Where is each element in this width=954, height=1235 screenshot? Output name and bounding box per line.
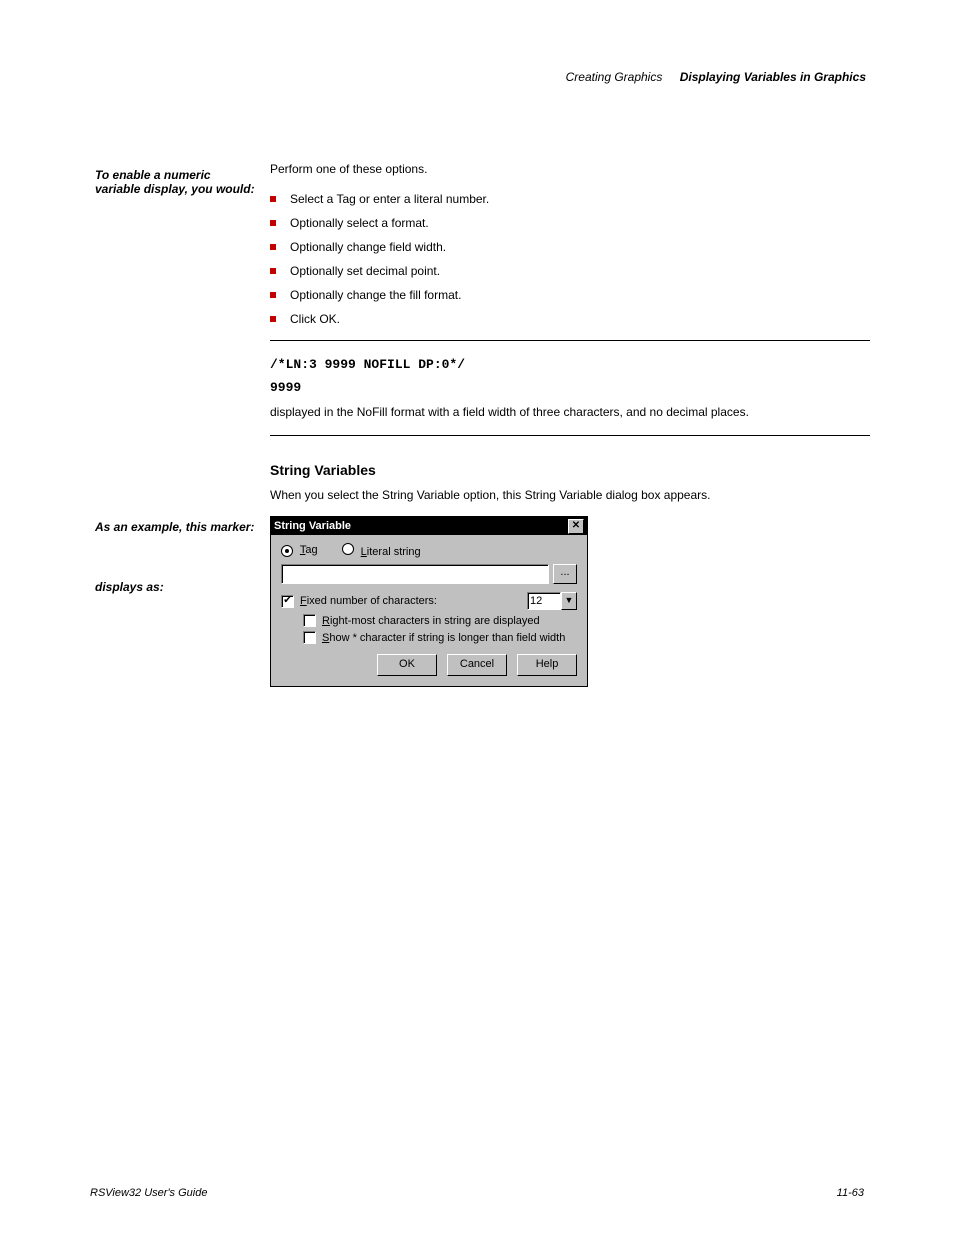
example-marker-code: /*LN:3 9999 NOFILL DP:0*/ — [270, 357, 870, 372]
close-button[interactable]: ✕ — [568, 519, 584, 534]
string-variables-heading: String Variables — [270, 462, 870, 478]
radio-literal-label: iteral string — [367, 546, 421, 558]
enable-intro: Perform one of these options. — [270, 160, 870, 178]
chapter-title: Creating Graphics — [566, 70, 663, 84]
rightmost-label: ight-most characters in string are displ… — [330, 615, 540, 627]
radio-literal[interactable]: Literal string — [342, 543, 421, 558]
bullet-icon — [270, 292, 276, 298]
fixed-chars-label: ixed number of characters: — [307, 595, 437, 607]
tag-input[interactable] — [281, 564, 549, 584]
cancel-button[interactable]: Cancel — [447, 654, 507, 676]
step-text: Optionally change the fill format. — [290, 288, 461, 302]
showstar-label: how * character if string is longer than… — [329, 632, 565, 644]
step-text: Click OK. — [290, 312, 340, 326]
fixed-chars-checkbox[interactable]: ✔ — [281, 595, 294, 608]
list-item: Optionally change the fill format. — [270, 288, 870, 302]
radio-tag[interactable]: Tag — [281, 544, 318, 557]
dropdown-icon[interactable]: ▼ — [561, 592, 577, 610]
step-text: Optionally set decimal point. — [290, 264, 440, 278]
rightmost-row: Right-most characters in string are disp… — [303, 614, 577, 627]
dialog-title: String Variable — [274, 520, 351, 532]
bullet-icon — [270, 220, 276, 226]
showstar-checkbox[interactable] — [303, 631, 316, 644]
bullet-icon — [270, 196, 276, 202]
browse-button[interactable]: ... — [553, 564, 577, 584]
list-item: Optionally set decimal point. — [270, 264, 870, 278]
side-label-enable: To enable a numeric variable display, yo… — [95, 168, 255, 196]
divider — [270, 435, 870, 436]
bullet-icon — [270, 268, 276, 274]
showstar-row: Show * character if string is longer tha… — [303, 631, 577, 644]
footer-page: 11-63 — [837, 1187, 864, 1199]
string-variable-dialog: String Variable ✕ Tag Literal string — [270, 516, 588, 687]
bullet-icon — [270, 244, 276, 250]
result-note: displayed in the NoFill format with a fi… — [270, 403, 870, 421]
side-label-example: As an example, this marker: — [95, 520, 255, 534]
fixed-chars-combo[interactable]: 12 ▼ — [527, 592, 577, 610]
list-item: Optionally select a format. — [270, 216, 870, 230]
close-icon: ✕ — [572, 520, 580, 531]
page-footer: RSView32 User's Guide 11-63 — [0, 1187, 954, 1199]
bullet-icon — [270, 316, 276, 322]
dialog-titlebar: String Variable ✕ — [271, 517, 587, 535]
radio-tag-label: ag — [305, 544, 317, 556]
step-text: Select a Tag or enter a literal number. — [290, 192, 489, 206]
fixed-chars-row: ✔ Fixed number of characters: 12 ▼ — [281, 592, 577, 610]
list-item: Click OK. — [270, 312, 870, 326]
help-button[interactable]: Help — [517, 654, 577, 676]
divider — [270, 340, 870, 341]
rightmost-checkbox[interactable] — [303, 614, 316, 627]
list-item: Optionally change field width. — [270, 240, 870, 254]
enable-steps-list: Select a Tag or enter a literal number. … — [270, 192, 870, 326]
section-title: Displaying Variables in Graphics — [680, 70, 866, 84]
string-variables-sub: When you select the String Variable opti… — [270, 486, 870, 504]
side-label-result: displays as: — [95, 580, 255, 594]
step-text: Optionally select a format. — [290, 216, 429, 230]
step-text: Optionally change field width. — [290, 240, 446, 254]
list-item: Select a Tag or enter a literal number. — [270, 192, 870, 206]
result-value: 9999 — [270, 380, 870, 395]
running-header: Creating Graphics Displaying Variables i… — [566, 70, 866, 84]
footer-product: RSView32 User's Guide — [90, 1187, 207, 1199]
ok-button[interactable]: OK — [377, 654, 437, 676]
fixed-chars-value[interactable]: 12 — [527, 592, 561, 610]
